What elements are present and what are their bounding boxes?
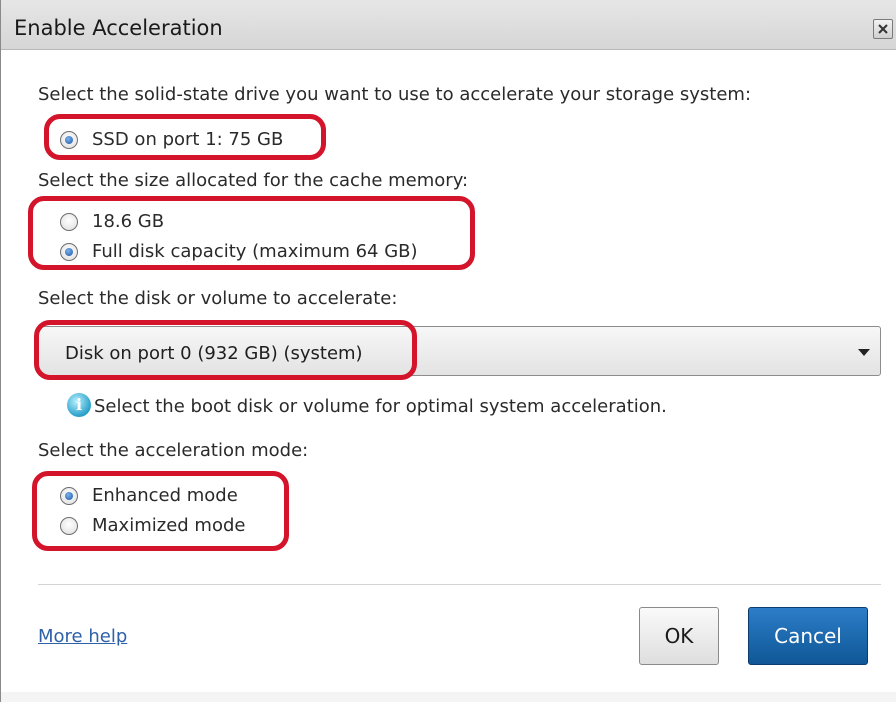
mode-highlight bbox=[32, 471, 289, 551]
ok-button[interactable]: OK bbox=[639, 607, 719, 665]
close-icon bbox=[878, 24, 888, 34]
mode-prompt: Select the acceleration mode: bbox=[38, 440, 309, 461]
ssd-prompt: Select the solid-state drive you want to… bbox=[38, 84, 752, 105]
cancel-button[interactable]: Cancel bbox=[748, 607, 868, 665]
mode-option-enhanced[interactable]: Enhanced mode bbox=[92, 485, 238, 506]
more-help-link[interactable]: More help bbox=[38, 626, 127, 647]
window-title: Enable Acceleration bbox=[14, 16, 223, 40]
title-bar: Enable Acceleration bbox=[1, 0, 896, 50]
mode-radio-enhanced[interactable] bbox=[60, 487, 78, 505]
chevron-down-icon[interactable] bbox=[858, 349, 870, 356]
close-button[interactable] bbox=[873, 19, 893, 39]
volume-prompt: Select the disk or volume to accelerate: bbox=[38, 288, 398, 309]
footer-divider bbox=[38, 584, 881, 585]
info-icon: i bbox=[67, 393, 91, 417]
cache-radio-18gb[interactable] bbox=[60, 213, 78, 231]
mode-radio-maximized[interactable] bbox=[60, 517, 78, 535]
cache-option-18gb[interactable]: 18.6 GB bbox=[92, 211, 164, 232]
cache-radio-full[interactable] bbox=[60, 243, 78, 261]
enable-acceleration-dialog: Enable Acceleration Select the solid-sta… bbox=[0, 0, 896, 702]
volume-select[interactable]: Disk on port 0 (932 GB) (system) bbox=[38, 326, 881, 376]
mode-option-maximized[interactable]: Maximized mode bbox=[92, 515, 245, 536]
dialog-bottom-edge bbox=[1, 692, 896, 702]
volume-hint: Select the boot disk or volume for optim… bbox=[94, 396, 667, 417]
cache-prompt: Select the size allocated for the cache … bbox=[38, 170, 469, 191]
volume-selected-value: Disk on port 0 (932 GB) (system) bbox=[65, 343, 363, 364]
ssd-option-label[interactable]: SSD on port 1: 75 GB bbox=[92, 129, 283, 150]
cache-option-full[interactable]: Full disk capacity (maximum 64 GB) bbox=[92, 241, 418, 262]
ssd-radio[interactable] bbox=[60, 131, 78, 149]
